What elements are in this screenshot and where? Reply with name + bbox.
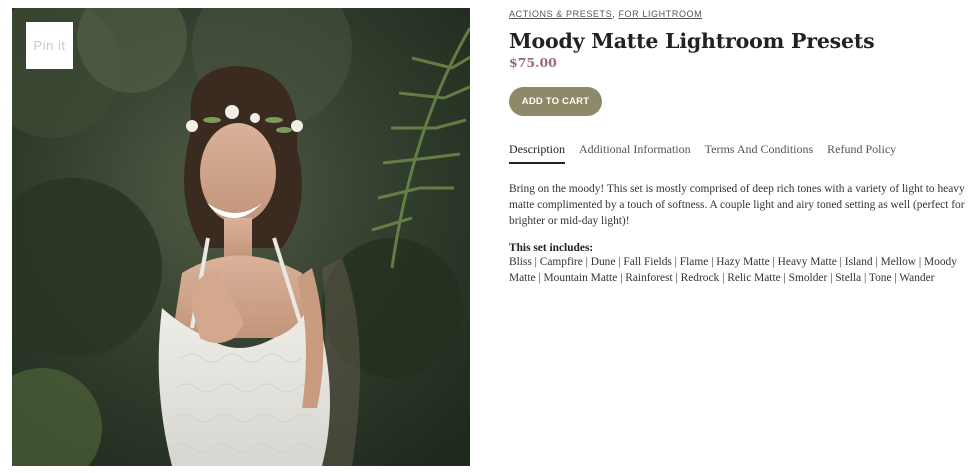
breadcrumb-link-actions-presets[interactable]: ACTIONS & PRESETS xyxy=(509,9,612,19)
includes-list: Bliss | Campfire | Dune | Fall Fields | … xyxy=(509,256,957,284)
tab-description[interactable]: Description xyxy=(509,140,565,164)
breadcrumb-link-for-lightroom[interactable]: FOR LIGHTROOM xyxy=(618,9,702,19)
tab-terms-and-conditions[interactable]: Terms And Conditions xyxy=(705,140,814,166)
tab-additional-information[interactable]: Additional Information xyxy=(579,140,691,166)
bride-photo xyxy=(12,8,470,466)
product-tabs: Description Additional Information Terms… xyxy=(509,140,969,166)
description-text: Bring on the moody! This set is mostly c… xyxy=(509,183,965,227)
add-to-cart-button[interactable]: ADD TO CART xyxy=(509,87,602,116)
product-details: ACTIONS & PRESETS, FOR LIGHTROOM Moody M… xyxy=(509,8,969,286)
product-title: Moody Matte Lightroom Presets xyxy=(509,29,875,53)
tab-refund-policy[interactable]: Refund Policy xyxy=(827,140,896,166)
product-image: Pin it xyxy=(12,8,470,466)
pin-it-button[interactable]: Pin it xyxy=(26,22,73,69)
includes-heading: This set includes: xyxy=(509,242,594,254)
product-price: $75.00 xyxy=(509,55,557,70)
breadcrumb: ACTIONS & PRESETS, FOR LIGHTROOM xyxy=(509,9,969,19)
